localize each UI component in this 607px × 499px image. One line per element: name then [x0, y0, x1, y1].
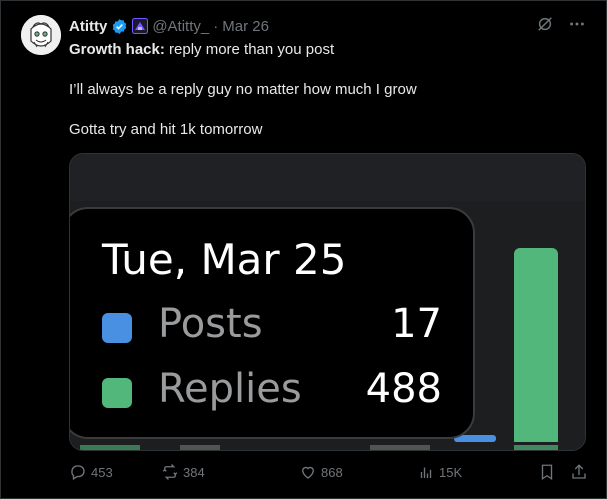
separator-dot: ·	[213, 17, 219, 35]
handle[interactable]: @Atitty_	[152, 18, 209, 35]
repost-icon	[162, 464, 178, 480]
replies-label: Replies	[158, 366, 302, 412]
tweet-media-image[interactable]: Tue, Mar 25 Posts 17 Replies 488	[69, 153, 586, 451]
grok-icon[interactable]	[536, 15, 554, 33]
reply-icon	[71, 465, 85, 480]
tweet-line-1: Growth hack: reply more than you post	[69, 40, 589, 60]
tweet-line-1-bold: Growth hack:	[69, 41, 165, 58]
tweet-line-2: I’ll always be a reply guy no matter how…	[69, 81, 417, 98]
chart-bar-replies	[514, 248, 558, 442]
bookmark-icon	[541, 464, 553, 481]
tweet-actions: 453 384 868 15K	[69, 461, 588, 483]
like-button[interactable]: 868	[299, 463, 417, 481]
replies-value: 488	[365, 366, 442, 412]
tweet-line-3: Gotta try and hit 1k tomorrow	[69, 121, 263, 138]
heart-icon	[302, 466, 314, 479]
chart-bottom-peek	[70, 444, 585, 450]
avatar[interactable]	[21, 15, 61, 55]
more-options-icon[interactable]	[568, 15, 586, 33]
posts-value: 17	[391, 301, 442, 347]
posts-label: Posts	[158, 301, 263, 347]
bookmark-button[interactable]	[538, 463, 556, 481]
share-icon	[572, 464, 586, 479]
reply-count: 453	[91, 464, 113, 480]
tweet-line-1-rest: reply more than you post	[164, 41, 335, 58]
display-name[interactable]: Atitty	[69, 18, 107, 35]
reply-button[interactable]: 453	[69, 463, 161, 481]
tooltip-date: Tue, Mar 25	[102, 235, 347, 284]
repost-count: 384	[183, 464, 205, 480]
views-button[interactable]: 15K	[417, 463, 537, 481]
tweet-card[interactable]: Atitty @Atitty_ · Mar 26 Growth hack: re…	[0, 0, 607, 499]
tooltip-row-posts: Posts 17	[102, 301, 442, 351]
view-count: 15K	[439, 464, 463, 480]
verified-badge-icon[interactable]	[111, 18, 128, 35]
replies-legend-swatch	[102, 378, 132, 408]
tweet-header: Atitty @Atitty_ · Mar 26	[69, 16, 546, 36]
tweet-text: Growth hack: reply more than you post I’…	[69, 40, 589, 160]
posts-legend-swatch	[102, 313, 132, 343]
timestamp[interactable]: Mar 26	[222, 18, 269, 35]
like-count: 868	[321, 464, 343, 480]
chart-tooltip: Tue, Mar 25 Posts 17 Replies 488	[70, 207, 475, 439]
affiliate-badge-icon[interactable]	[132, 18, 149, 34]
media-top-band	[70, 154, 585, 201]
repost-button[interactable]: 384	[161, 463, 299, 481]
views-chart-icon	[420, 467, 432, 478]
tooltip-row-replies: Replies 488	[102, 366, 442, 416]
share-button[interactable]	[570, 463, 588, 481]
